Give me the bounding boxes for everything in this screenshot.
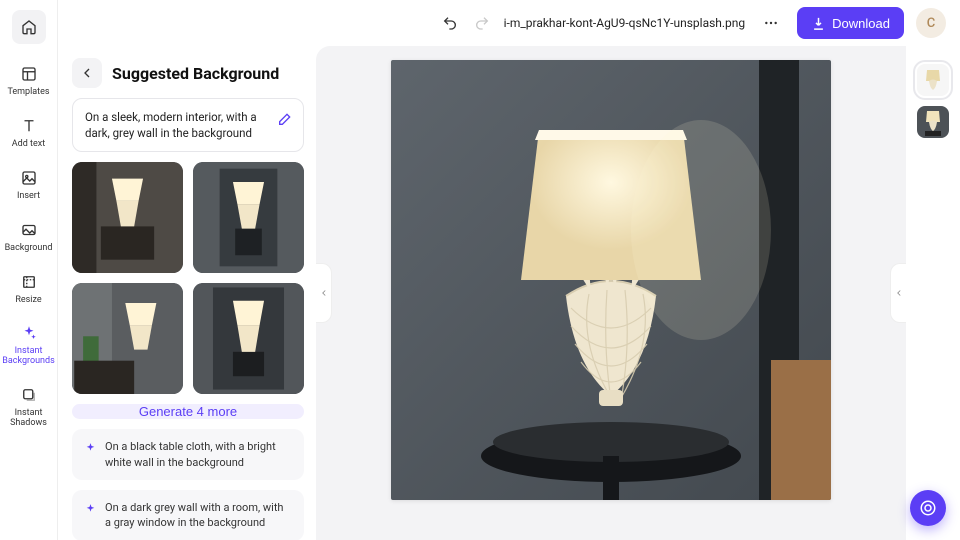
result-thumb-4[interactable] [193,283,304,394]
rail-background[interactable]: Background [1,212,57,262]
insert-icon [19,168,39,188]
home-button[interactable] [12,10,46,44]
prompt-text: On a sleek, modern interior, with a dark… [85,110,257,140]
suggestion-text: On a black table cloth, with a bright wh… [105,439,292,470]
sparkle-icon [19,323,39,343]
rail-label: Add text [12,140,45,150]
rail-label: Templates [7,88,49,98]
layer-thumb-2[interactable] [917,106,949,138]
edit-prompt-button[interactable] [277,111,293,131]
templates-icon [19,64,39,84]
suggestion-text: On a dark grey wall with a room, with a … [105,500,292,531]
rail-label: Resize [15,296,41,306]
text-icon [19,116,39,136]
side-panel: Suggested Background On a sleek, modern … [58,46,316,540]
download-icon [811,16,826,31]
redo-button[interactable] [472,13,492,33]
thumbnail-grid [72,162,304,394]
layer-thumb-1[interactable] [917,64,949,96]
rail-label: Instant Backgrounds [2,347,55,367]
download-button[interactable]: Download [797,7,904,39]
prompt-box[interactable]: On a sleek, modern interior, with a dark… [72,98,304,152]
chevron-left-icon [894,288,904,298]
suggestion-1[interactable]: On a black table cloth, with a bright wh… [72,429,304,480]
rail-label: Insert [17,192,40,202]
result-thumb-2[interactable] [193,162,304,273]
more-button[interactable] [757,9,785,37]
generate-more-button[interactable]: Generate 4 more [72,404,304,419]
canvas-image[interactable] [391,60,831,500]
left-rail: Templates Add text Insert Background Res… [0,0,58,540]
arrow-left-icon [79,65,95,81]
result-thumb-1[interactable] [72,162,183,273]
chat-icon [919,499,937,517]
sparkle-icon [84,501,97,520]
chevron-left-icon [319,288,329,298]
result-thumb-3[interactable] [72,283,183,394]
sparkle-icon [84,440,97,459]
rail-resize[interactable]: Resize [1,264,57,314]
collapse-panel-button[interactable] [316,263,332,323]
collapse-right-rail-button[interactable] [890,263,906,323]
pencil-icon [277,111,293,127]
canvas[interactable] [316,46,906,540]
avatar[interactable]: C [916,8,946,38]
rail-label: Background [5,244,53,254]
filename[interactable]: i-m_prakhar-kont-AgU9-qsNc1Y-unsplash.pn… [504,16,746,30]
back-button[interactable] [72,58,102,88]
download-label: Download [832,16,890,31]
rail-label: Instant Shadows [10,409,47,429]
more-icon [763,15,779,31]
right-rail [906,46,960,540]
rail-templates[interactable]: Templates [1,56,57,106]
shadow-icon [19,385,39,405]
rail-add-text[interactable]: Add text [1,108,57,158]
resize-icon [19,272,39,292]
help-fab[interactable] [910,490,946,526]
undo-button[interactable] [440,13,460,33]
rail-insert[interactable]: Insert [1,160,57,210]
suggestion-2[interactable]: On a dark grey wall with a room, with a … [72,490,304,540]
rail-instant-backgrounds[interactable]: Instant Backgrounds [1,315,57,375]
topbar: i-m_prakhar-kont-AgU9-qsNc1Y-unsplash.pn… [58,0,960,46]
panel-title: Suggested Background [112,64,279,83]
home-icon [21,19,37,35]
background-icon [19,220,39,240]
rail-instant-shadows[interactable]: Instant Shadows [1,377,57,437]
